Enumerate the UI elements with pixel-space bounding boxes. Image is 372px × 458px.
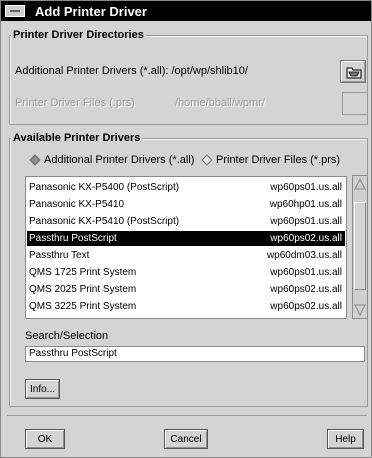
driver-file: wp60dm03.us.all (266, 250, 342, 261)
driver-name: Panasonic KX-P5410 (PostScript) (29, 216, 180, 227)
drivers-list[interactable]: Panasonic KX-P5400 (PostScript) wp60ps01… (25, 176, 347, 319)
driver-directories-group (9, 35, 368, 125)
additional-drivers-label: Additional Printer Drivers (*.all): /opt… (15, 65, 248, 77)
list-item[interactable]: Panasonic KX-P5410 wp60hp01.us.all (27, 197, 345, 212)
driver-name: QMS 1725 Print System (29, 267, 137, 278)
radio-driver-files-label: Printer Driver Files (*.prs) (216, 154, 341, 166)
window-title: Add Printer Driver (35, 4, 147, 19)
driver-name: QMS 3225 Print System (29, 301, 137, 312)
available-drivers-legend: Available Printer Drivers (11, 132, 143, 144)
search-selection-input[interactable]: Passthru PostScript (25, 346, 365, 362)
ok-button[interactable]: OK (25, 429, 65, 449)
driver-directories-legend: Printer Driver Directories (11, 29, 146, 41)
list-item[interactable]: QMS 1725 Print System wp60ps01.us.all (27, 265, 345, 280)
driver-files-path: /home/bball/wpmr/ (175, 97, 265, 109)
list-item[interactable]: Panasonic KX-P5400 (PostScript) wp60ps01… (27, 180, 345, 195)
radio-indicator (201, 154, 213, 166)
info-button[interactable]: Info... (25, 379, 60, 399)
browse-drivers-button[interactable] (340, 60, 366, 83)
list-item-selected[interactable]: Passthru PostScript wp60ps02.us.all (27, 231, 345, 246)
list-item[interactable]: QMS 2025 Print System wp60ps02.us.all (27, 282, 345, 297)
driver-name: Panasonic KX-P5400 (PostScript) (29, 182, 180, 193)
driver-files-label: Printer Driver Files (.prs) (15, 97, 135, 109)
list-item[interactable]: Panasonic KX-P5410 (PostScript) wp60ps01… (27, 214, 345, 229)
list-item[interactable]: Passthru Text wp60dm03.us.all (27, 248, 345, 263)
radio-indicator-selected (29, 154, 41, 166)
list-item[interactable]: QMS 3225 Print System wp60ps02.us.all (27, 299, 345, 314)
browse-files-button-disabled (342, 92, 368, 115)
driver-name: Passthru PostScript (29, 233, 117, 244)
driver-file: wp60ps01.us.all (270, 182, 342, 193)
cancel-button[interactable]: Cancel (164, 429, 208, 449)
scrollbar-thumb[interactable] (354, 202, 366, 290)
driver-file: wp60ps02.us.all (270, 284, 342, 295)
folder-open-icon (346, 67, 362, 79)
divider (7, 415, 367, 416)
driver-name: Passthru Text (29, 250, 90, 261)
window-menu-button[interactable] (5, 5, 25, 17)
driver-file: wp60ps01.us.all (270, 216, 342, 227)
scroll-up-arrow-icon[interactable] (354, 178, 366, 190)
help-button[interactable]: Help (327, 429, 364, 449)
scroll-down-arrow-icon[interactable] (354, 304, 366, 316)
search-selection-label: Search/Selection (25, 330, 109, 342)
driver-name: Panasonic KX-P5410 (29, 199, 125, 210)
driver-file: wp60ps01.us.all (270, 267, 342, 278)
radio-additional-drivers-label: Additional Printer Drivers (*.all) (44, 154, 195, 166)
radio-driver-files[interactable]: Printer Driver Files (*.prs) (201, 154, 341, 166)
driver-file: wp60ps02.us.all (270, 233, 342, 244)
add-printer-driver-dialog: Add Printer Driver Printer Driver Direct… (0, 0, 372, 458)
driver-name: QMS 2025 Print System (29, 284, 137, 295)
driver-file: wp60hp01.us.all (269, 199, 342, 210)
driver-file: wp60ps02.us.all (270, 301, 342, 312)
title-bar[interactable]: Add Printer Driver (1, 1, 371, 21)
drivers-list-scrollbar[interactable] (352, 175, 368, 319)
radio-additional-drivers[interactable]: Additional Printer Drivers (*.all) (29, 154, 195, 166)
